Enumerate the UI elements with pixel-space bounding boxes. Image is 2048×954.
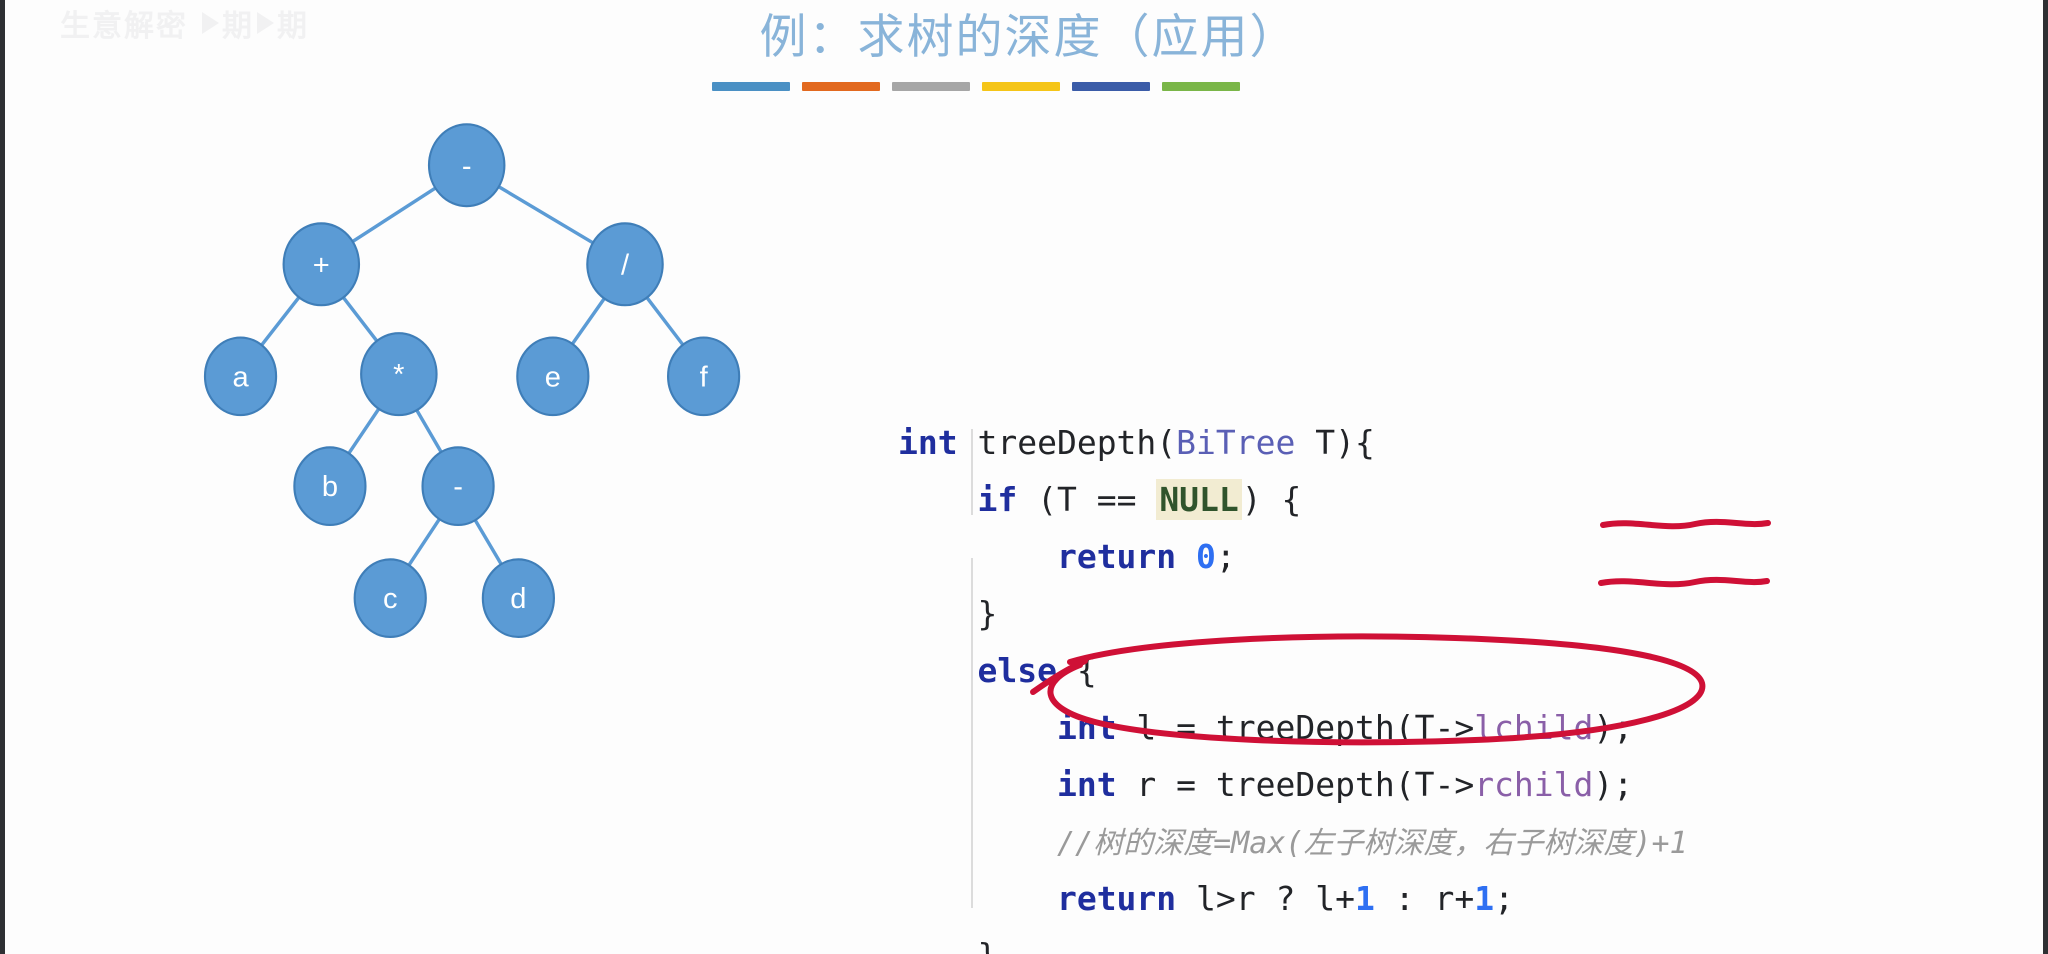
code-token: ; <box>1494 879 1514 918</box>
tree-node-root: - <box>427 123 506 208</box>
tree-node-label: - <box>453 471 463 503</box>
code-token: 1 <box>1354 879 1375 918</box>
code-token: return <box>1056 879 1177 918</box>
code-token: lchild <box>1474 708 1594 747</box>
tree-node-c: c <box>353 558 427 638</box>
code-token: l>r ? l+ <box>1176 879 1355 918</box>
bar-darkblue <box>1072 82 1150 91</box>
tree-node-e: e <box>516 336 590 417</box>
tree-edge-minus-c <box>404 514 444 570</box>
code-token: ( <box>1156 423 1177 462</box>
code-token: return <box>1056 537 1177 576</box>
code-token: (T == <box>1017 480 1157 519</box>
code-token: if <box>977 480 1018 519</box>
tree-node-label: b <box>322 471 338 503</box>
code-token: T){ <box>1295 423 1375 462</box>
code-block: int treeDepth(BiTree T){ if (T == NULL) … <box>898 186 1688 954</box>
code-token: r = treeDepth(T-> <box>1116 765 1475 804</box>
code-token: } <box>898 594 998 633</box>
tree-node-label: c <box>383 583 398 615</box>
code-token: NULL <box>1156 479 1242 520</box>
code-token: ); <box>1593 765 1634 804</box>
tree-node-label: / <box>621 249 630 281</box>
slide-canvas: 生意解密 期 期 例：求树的深度（应用） - + / a * e f b - c d int tre… <box>0 0 2048 954</box>
tree-node-plus: + <box>282 222 361 307</box>
code-line-9: return l>r ? l+1 : r+1; <box>898 870 1688 927</box>
code-line-4: } <box>898 585 1688 642</box>
code-token: int <box>1056 708 1117 747</box>
code-line-1: int treeDepth(BiTree T){ <box>898 414 1688 471</box>
code-token: ); <box>1593 708 1634 747</box>
code-line-10: } <box>898 927 1688 954</box>
bar-yellow <box>982 82 1060 91</box>
code-token: rchild <box>1474 765 1594 804</box>
code-token: BiTree <box>1176 423 1296 462</box>
bar-green <box>1162 82 1240 91</box>
bar-gray <box>892 82 970 91</box>
tree-svg: - + / a * e f b - c d <box>203 123 741 638</box>
tree-node-label: * <box>393 359 404 391</box>
code-token: 1 <box>1474 879 1495 918</box>
tree-node-label: a <box>232 361 249 393</box>
tree-node-label: e <box>545 361 561 393</box>
tree-node-minus: - <box>421 446 495 526</box>
tree-node-label: + <box>313 249 330 281</box>
code-line-5: else { <box>898 642 1688 699</box>
tree-edge-root-plus <box>347 184 441 246</box>
code-token: int <box>898 423 958 462</box>
tree-node-a: a <box>203 336 278 417</box>
tree-node-div: / <box>586 222 664 307</box>
tree-edge-minus-d <box>471 515 506 569</box>
code-token: l = treeDepth(T-> <box>1116 708 1475 747</box>
code-token: treeDepth <box>977 423 1157 462</box>
code-line-2: if (T == NULL) { <box>898 471 1688 528</box>
tree-node-label: f <box>700 361 709 393</box>
code-token: ; <box>1215 537 1236 576</box>
tree-edge-plus-mul <box>339 292 382 346</box>
bar-orange <box>802 82 880 91</box>
code-token: int <box>1056 765 1117 804</box>
code-token: //树的深度=Max(左子树深度，右子树深度)+1 <box>1056 826 1688 861</box>
code-token: 0 <box>1196 537 1216 576</box>
tree-node-mul: * <box>360 332 438 417</box>
code-token: { <box>1056 651 1097 690</box>
tree-edge-mul-minus <box>412 405 445 457</box>
code-token: } <box>898 936 997 954</box>
code-line-3: return 0; <box>898 528 1688 585</box>
tree-edge-div-f <box>642 292 688 350</box>
binary-tree-diagram: - + / a * e f b - c d <box>105 120 865 820</box>
code-line-8: //树的深度=Max(左子树深度，右子树深度)+1 <box>898 813 1688 870</box>
tree-node-label: - <box>462 150 472 182</box>
tree-node-label: d <box>510 583 526 615</box>
tree-node-f: f <box>666 336 741 417</box>
code-line-7: int r = treeDepth(T->rchild); <box>898 756 1688 813</box>
tree-node-d: d <box>481 558 555 638</box>
title-accent-bars <box>712 82 1240 91</box>
tree-edge-root-div <box>493 182 598 247</box>
code-token: : r+ <box>1374 879 1475 918</box>
code-line-6: int l = treeDepth(T->lchild); <box>898 699 1688 756</box>
tree-edge-div-e <box>568 293 609 349</box>
tree-edge-mul-b <box>344 403 383 459</box>
bar-blue <box>712 82 790 91</box>
code-token: else <box>977 651 1057 690</box>
tree-node-b: b <box>293 446 367 526</box>
code-token: ) { <box>1241 480 1302 519</box>
tree-edge-plus-a <box>257 292 304 350</box>
page-title: 例：求树的深度（应用） <box>759 10 1299 63</box>
